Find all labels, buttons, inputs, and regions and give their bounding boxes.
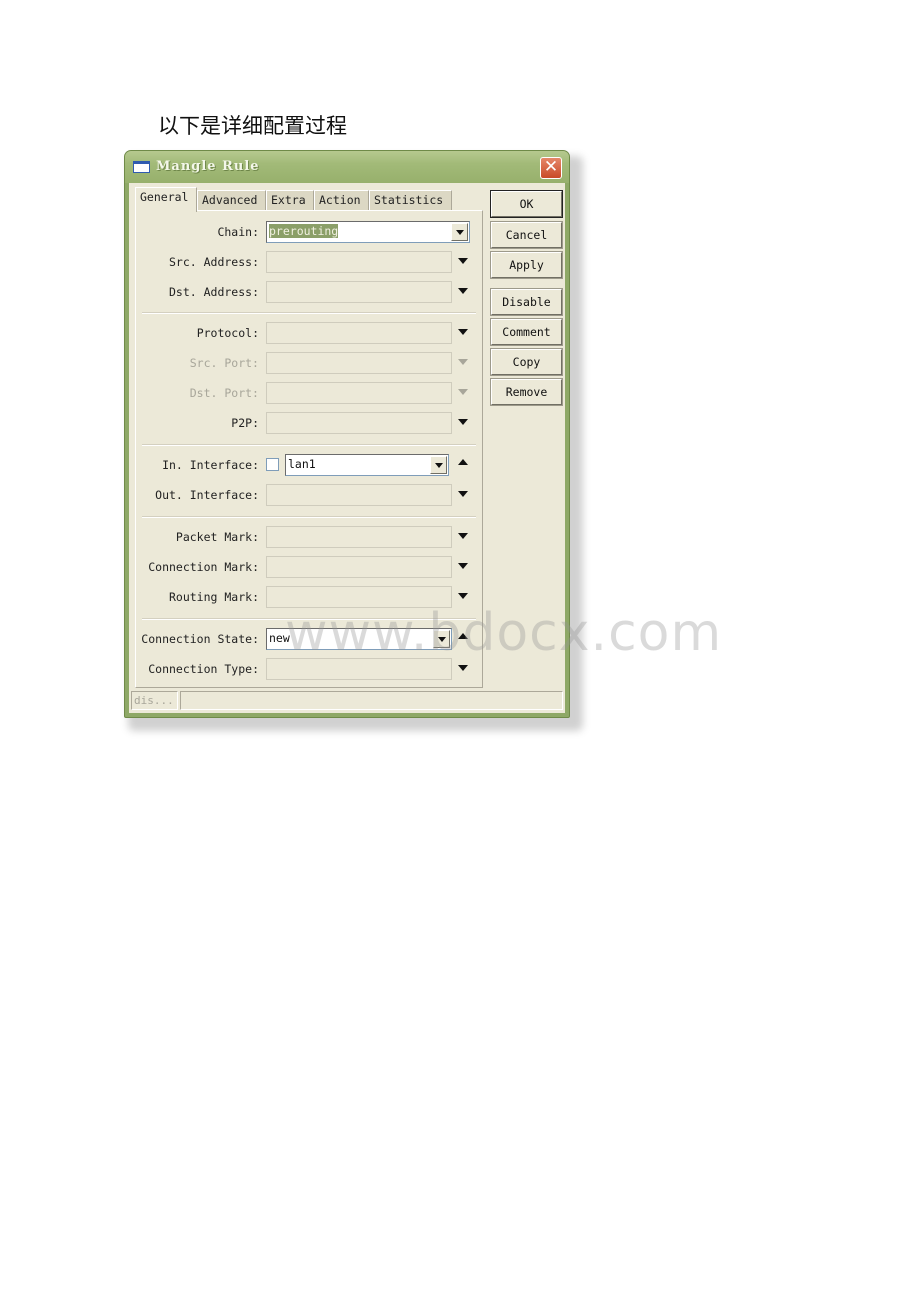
connection-mark-label: Connection Mark: (148, 560, 259, 574)
in-interface-value: lan1 (288, 457, 316, 471)
chain-label: Chain: (217, 225, 259, 239)
comment-button[interactable]: Comment (490, 318, 563, 346)
window-title: Mangle Rule (156, 159, 260, 174)
chain-row: Chain: prerouting (136, 221, 482, 245)
p2p-field[interactable] (266, 412, 452, 434)
connection-state-label: Connection State: (141, 632, 259, 646)
separator (142, 516, 476, 518)
chevron-down-icon[interactable] (430, 456, 447, 474)
separator (142, 312, 476, 314)
protocol-row: Protocol: (136, 322, 482, 346)
dst-port-label: Dst. Port: (189, 386, 259, 400)
expand-down-icon[interactable] (458, 593, 468, 599)
connection-state-value: new (269, 631, 290, 645)
connection-state-row: Connection State: new (136, 628, 482, 652)
status-message (180, 691, 563, 710)
in-interface-negate-checkbox[interactable] (266, 458, 279, 471)
p2p-row: P2P: (136, 412, 482, 436)
src-address-row: Src. Address: (136, 251, 482, 275)
in-interface-select[interactable]: lan1 (285, 454, 449, 476)
chain-value: prerouting (269, 224, 339, 238)
disable-button[interactable]: Disable (490, 288, 563, 316)
chevron-down-icon[interactable] (451, 223, 468, 241)
expand-down-icon[interactable] (458, 563, 468, 569)
src-port-label: Src. Port: (189, 356, 259, 370)
routing-mark-field[interactable] (266, 586, 452, 608)
dst-port-row: Dst. Port: (136, 382, 482, 406)
dst-address-row: Dst. Address: (136, 281, 482, 305)
expand-down-icon (458, 359, 468, 365)
out-interface-field[interactable] (266, 484, 452, 506)
out-interface-row: Out. Interface: (136, 484, 482, 508)
connection-type-label: Connection Type: (148, 662, 259, 676)
packet-mark-row: Packet Mark: (136, 526, 482, 550)
tab-extra[interactable]: Extra (266, 190, 314, 211)
connection-mark-row: Connection Mark: (136, 556, 482, 580)
ok-button[interactable]: OK (490, 190, 563, 218)
in-interface-row: In. Interface: lan1 (136, 454, 482, 478)
out-interface-label: Out. Interface: (155, 488, 259, 502)
expand-down-icon[interactable] (458, 665, 468, 671)
apply-button[interactable]: Apply (490, 251, 563, 279)
expand-down-icon[interactable] (458, 258, 468, 264)
close-button[interactable]: ✕ (540, 157, 562, 179)
routing-mark-row: Routing Mark: (136, 586, 482, 610)
collapse-up-icon[interactable] (458, 459, 468, 465)
connection-state-select[interactable]: new (266, 628, 452, 650)
expand-down-icon[interactable] (458, 491, 468, 497)
window-icon (133, 161, 150, 173)
src-port-field (266, 352, 452, 374)
dst-address-field[interactable] (266, 281, 452, 303)
remove-button[interactable]: Remove (490, 378, 563, 406)
connection-mark-field[interactable] (266, 556, 452, 578)
window-client: General Advanced Extra Action Statistics… (129, 183, 565, 713)
page-heading: 以下是详细配置过程 (158, 114, 347, 138)
src-port-row: Src. Port: (136, 352, 482, 376)
expand-down-icon[interactable] (458, 288, 468, 294)
tab-statistics[interactable]: Statistics (369, 190, 452, 211)
chevron-down-icon[interactable] (433, 630, 450, 648)
packet-mark-label: Packet Mark: (175, 530, 259, 544)
cancel-button[interactable]: Cancel (490, 221, 563, 249)
connection-type-row: Connection Type: (136, 658, 482, 682)
copy-button[interactable]: Copy (490, 348, 563, 376)
src-address-label: Src. Address: (168, 255, 259, 269)
status-bar: dis... (131, 691, 563, 711)
close-icon: ✕ (543, 157, 559, 177)
dst-address-label: Dst. Address: (168, 285, 259, 299)
protocol-field[interactable] (266, 322, 452, 344)
separator (142, 444, 476, 446)
tab-action[interactable]: Action (314, 190, 369, 211)
connection-type-field[interactable] (266, 658, 452, 680)
tab-advanced[interactable]: Advanced (197, 190, 266, 211)
routing-mark-label: Routing Mark: (168, 590, 259, 604)
chain-select[interactable]: prerouting (266, 221, 470, 243)
expand-down-icon[interactable] (458, 533, 468, 539)
separator (142, 618, 476, 620)
mangle-rule-window: Mangle Rule ✕ General Advanced Extra Act… (124, 150, 570, 718)
collapse-up-icon[interactable] (458, 633, 468, 639)
dst-port-field (266, 382, 452, 404)
in-interface-label: In. Interface: (162, 458, 259, 472)
tab-general[interactable]: General (135, 187, 197, 212)
src-address-field[interactable] (266, 251, 452, 273)
packet-mark-field[interactable] (266, 526, 452, 548)
status-state: dis... (131, 691, 178, 710)
expand-down-icon[interactable] (458, 329, 468, 335)
expand-down-icon (458, 389, 468, 395)
general-panel: Chain: prerouting Src. Address: Dst. Add… (135, 210, 483, 688)
protocol-label: Protocol: (196, 326, 259, 340)
title-bar[interactable]: Mangle Rule ✕ (125, 151, 569, 183)
p2p-label: P2P: (231, 416, 259, 430)
expand-down-icon[interactable] (458, 419, 468, 425)
